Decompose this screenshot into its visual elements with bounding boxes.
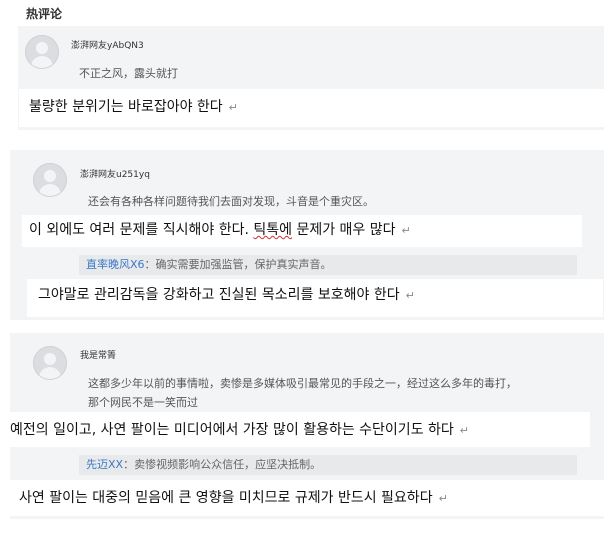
spellcheck-word: 틱톡에 xyxy=(253,222,292,238)
return-mark-icon: ↵ xyxy=(228,101,238,114)
translation-label: 사연 팔이는 대중의 믿음에 큰 영향을 미치므로 규제가 반드시 필요하다 xyxy=(19,490,433,506)
section-title: 热评论 xyxy=(26,7,63,21)
avatar[interactable] xyxy=(25,35,59,69)
reply-username[interactable]: 先迈XX xyxy=(86,458,123,471)
comment-text: 那个网民不是一笑而过 xyxy=(88,396,198,409)
translation-label: 예전의 일이고, 사연 팔이는 미디어에서 가장 많이 활용하는 수단이기도 하… xyxy=(10,422,454,438)
return-mark-icon: ↵ xyxy=(405,289,415,302)
translation-text: 예전의 일이고, 사연 팔이는 미디어에서 가장 많이 활용하는 수단이기도 하… xyxy=(0,412,590,447)
translation-text: 그야말로 관리감독을 강화하고 진실된 목소리를 보호해야 한다 ↵ xyxy=(27,279,603,317)
comment-text: 不正之风，露头就打 xyxy=(79,67,178,80)
translation-label: 이 외에도 여러 문제를 직시해야 한다. xyxy=(29,222,254,238)
translation-label: 그야말로 관리감독을 강화하고 진실된 목소리를 보호해야 한다 xyxy=(38,287,400,303)
reply-box: 先迈XX：卖惨视频影响公众信任，应坚决抵制。 xyxy=(79,455,577,475)
username[interactable]: 澎湃网友yAbQN3 xyxy=(71,38,144,51)
reply-box: 直率晚风X6：确实需要加强监管，保护真实声音。 xyxy=(79,255,577,275)
return-mark-icon: ↵ xyxy=(459,424,469,437)
comment-text: 这都多少年以前的事情啦，卖惨是多媒体吸引最常见的手段之一，经过这么多年的毒打， xyxy=(88,377,517,390)
comment-text: 还会有各种各样问题待我们去面对发现，斗音是个重灾区。 xyxy=(88,195,374,208)
avatar[interactable] xyxy=(33,163,67,197)
username[interactable]: 我是常箐 xyxy=(80,348,116,361)
reply-text: ：确实需要加强监管，保护真实声音。 xyxy=(144,258,332,271)
username[interactable]: 澎湃网友u251yq xyxy=(80,167,150,180)
avatar[interactable] xyxy=(33,346,67,380)
translation-text: 이 외에도 여러 문제를 직시해야 한다. 틱톡에 문제가 매우 많다 ↵ xyxy=(22,215,582,247)
translation-label: 불량한 분위기는 바로잡아야 한다 xyxy=(29,99,223,115)
translation-text: 불량한 분위기는 바로잡아야 한다 ↵ xyxy=(19,89,604,127)
translation-text: 사연 팔이는 대중의 믿음에 큰 영향을 미치므로 규제가 반드시 필요하다 ↵ xyxy=(0,480,604,516)
translation-label: 문제가 매우 많다 xyxy=(292,222,396,238)
return-mark-icon: ↵ xyxy=(438,492,448,505)
reply-text: ：卖惨视频影响公众信任，应坚决抵制。 xyxy=(123,458,322,471)
return-mark-icon: ↵ xyxy=(401,224,411,237)
reply-username[interactable]: 直率晚风X6 xyxy=(86,258,145,271)
